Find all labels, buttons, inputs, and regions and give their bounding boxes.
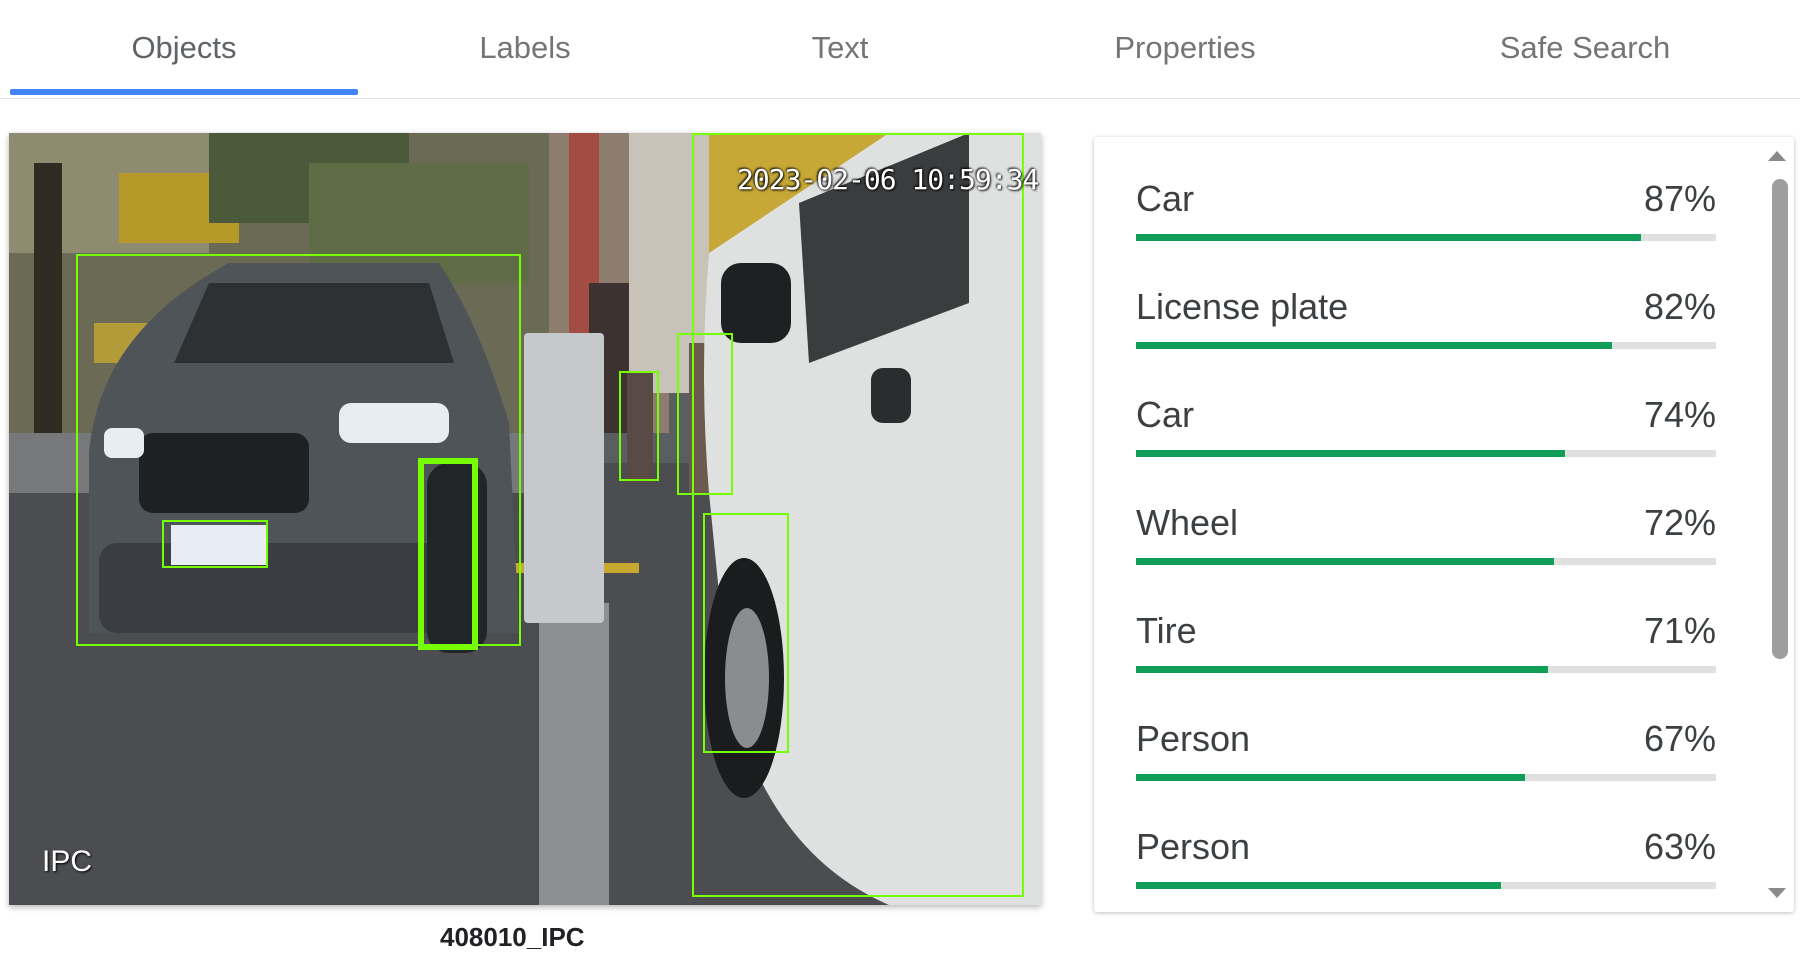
bbox-tire[interactable] [703,513,789,753]
result-row[interactable]: Person 63% [1136,826,1716,906]
confidence-bar-fill [1136,666,1548,673]
result-confidence: 63% [1643,826,1716,867]
tab-safe-search[interactable]: Safe Search [1460,0,1710,96]
scroll-up-arrow-icon[interactable] [1768,151,1786,161]
confidence-bar-track [1136,882,1716,889]
object-results-list[interactable]: Car 87% License plate 82% Car 74% Wheel 72% Tire… [1094,137,1794,912]
tab-text[interactable]: Text [740,0,940,96]
result-confidence: 82% [1643,286,1716,327]
result-confidence: 72% [1643,502,1716,543]
result-row[interactable]: Tire 71% [1136,610,1716,690]
confidence-bar-track [1136,450,1716,457]
confidence-bar-fill [1136,450,1566,457]
result-row[interactable]: Person 67% [1136,718,1716,798]
timestamp-overlay: 2023-02-06 10:59:34 [737,163,1039,196]
bbox-person-1[interactable] [619,371,659,481]
result-confidence: 71% [1643,610,1716,651]
scrollbar-thumb[interactable] [1772,179,1788,659]
confidence-bar-fill [1136,558,1554,565]
result-row[interactable]: Car 74% [1136,394,1716,474]
confidence-bar-fill [1136,882,1502,889]
confidence-bar-track [1136,234,1716,241]
active-tab-indicator [10,89,358,95]
confidence-bar-fill [1136,234,1641,241]
result-confidence: 67% [1643,718,1716,759]
image-caption: 408010_IPC [440,922,585,952]
confidence-bar-track [1136,666,1716,673]
result-name: Wheel [1136,502,1239,543]
result-confidence: 74% [1643,394,1716,435]
result-name: Person [1136,718,1251,759]
confidence-bar-track [1136,342,1716,349]
result-row[interactable]: License plate 82% [1136,286,1716,366]
camera-label: IPC [42,845,93,878]
tab-bar: Objects Labels Text Properties Safe Sear… [0,0,1800,99]
confidence-bar-track [1136,774,1716,781]
result-name: License plate [1136,286,1349,327]
confidence-bar-track [1136,558,1716,565]
result-name: Car [1136,394,1195,435]
bbox-license-plate[interactable] [162,520,268,568]
result-name: Person [1136,826,1251,867]
result-row[interactable]: Wheel 72% [1136,502,1716,582]
result-name: Car [1136,178,1195,219]
bbox-person-2[interactable] [677,333,733,495]
confidence-bar-fill [1136,774,1525,781]
result-name: Tire [1136,610,1197,651]
result-confidence: 87% [1643,178,1716,219]
tab-objects[interactable]: Objects [10,0,358,96]
analyzed-image: 2023-02-06 10:59:34 IPC [9,133,1041,905]
bbox-wheel[interactable] [418,458,478,650]
tab-labels[interactable]: Labels [400,0,650,96]
result-row[interactable]: Car 87% [1136,178,1716,258]
scroll-down-arrow-icon[interactable] [1768,888,1786,898]
confidence-bar-fill [1136,342,1612,349]
tab-properties[interactable]: Properties [1070,0,1300,96]
